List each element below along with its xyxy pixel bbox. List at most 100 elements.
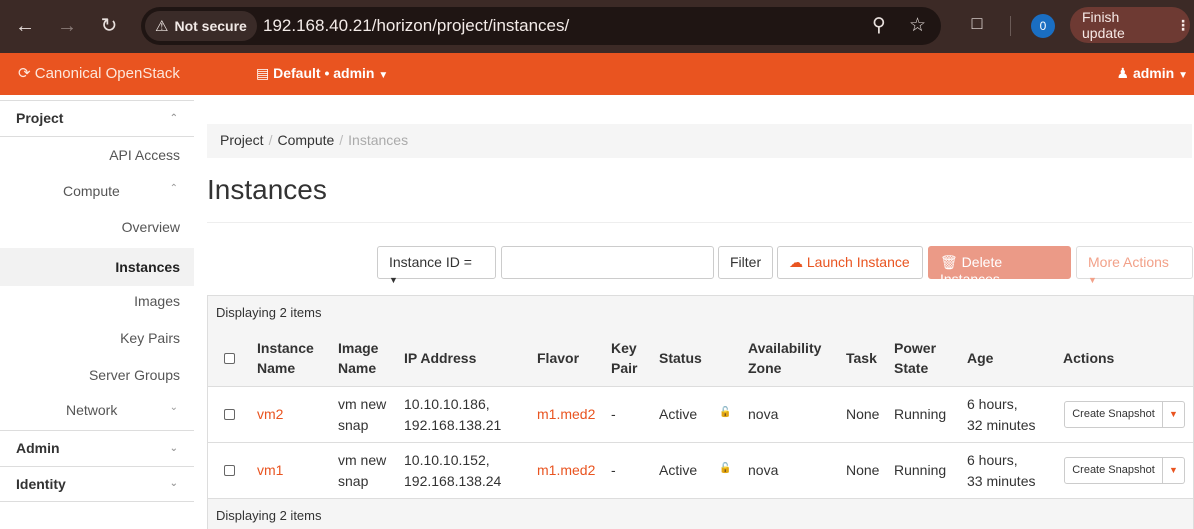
availability-zone-cell: nova <box>748 462 779 478</box>
breadcrumb-compute[interactable]: Compute <box>277 132 334 148</box>
delete-instances-button[interactable]: 🗑 Delete Instances <box>928 246 1071 287</box>
sidebar-section-admin[interactable]: Admin ⌄ <box>0 430 194 467</box>
sidebar-item-server-groups[interactable]: Server Groups <box>0 367 194 387</box>
sidebar-item-overview[interactable]: Overview <box>0 219 194 239</box>
table-row: vm1 vm new snap 10.10.10.152, 192.168.138.… <box>208 443 1193 499</box>
sidebar-section-label: Project <box>16 110 64 126</box>
flavor-link[interactable]: m1.med2 <box>537 404 595 425</box>
chevron-down-icon: ▼ <box>1169 409 1178 419</box>
col-image-name[interactable]: Image Name <box>338 338 378 378</box>
breadcrumb-project[interactable]: Project <box>220 132 264 148</box>
instances-table: Displaying 2 items Instance Name Image Nam… <box>207 295 1194 529</box>
col-task[interactable]: Task <box>846 348 877 368</box>
col-age[interactable]: Age <box>967 348 993 368</box>
security-label: Not secure <box>174 18 247 34</box>
filter-input[interactable] <box>501 246 714 279</box>
security-indicator[interactable]: ⚠ Not secure <box>145 11 257 41</box>
age-cell: 6 hours, 32 minutes <box>967 396 1036 433</box>
chevron-down-icon: ▼ <box>1178 70 1188 81</box>
brand-logo[interactable]: ⟳ Canonical OpenStack <box>18 64 180 82</box>
flavor-link[interactable]: m1.med2 <box>537 460 595 481</box>
user-menu-label: admin <box>1132 65 1175 81</box>
bookmark-star-icon[interactable]: ☆ <box>909 14 926 37</box>
table-caption-top: Displaying 2 items <box>208 296 1193 330</box>
create-snapshot-button[interactable]: Create Snapshot <box>1064 401 1163 428</box>
openstack-logo-icon: ⟳ <box>18 65 31 82</box>
title-divider <box>207 222 1192 223</box>
col-ip-address[interactable]: IP Address <box>404 348 476 368</box>
col-key-pair[interactable]: Key Pair <box>611 338 637 378</box>
row-checkbox[interactable] <box>224 409 235 420</box>
table-header: Instance Name Image Name IP Address Flavor… <box>208 330 1193 387</box>
chevron-down-icon: ▼ <box>1088 275 1097 285</box>
instance-name-link[interactable]: vm2 <box>257 404 283 425</box>
chevron-down-icon: ⌄ <box>169 402 178 413</box>
power-state-cell: Running <box>894 406 947 422</box>
filter-button[interactable]: Filter <box>718 246 773 279</box>
col-flavor[interactable]: Flavor <box>537 348 579 368</box>
kebab-menu-icon: ⋮ <box>1176 16 1190 33</box>
sidebar-item-instances[interactable]: Instances <box>0 248 194 286</box>
availability-zone-cell: nova <box>748 406 779 422</box>
sidebar-section-label: Identity <box>16 476 66 492</box>
project-switcher[interactable]: ▤ Default • admin ▼ <box>256 65 388 82</box>
back-arrow-icon[interactable]: ← <box>11 12 39 40</box>
unlock-icon: 🔓 <box>719 463 732 474</box>
project-list-icon: ▤ <box>256 65 270 81</box>
zoom-icon[interactable]: ⚲ <box>872 14 886 37</box>
task-cell: None <box>846 462 880 478</box>
launch-instance-button[interactable]: ☁ Launch Instance <box>777 246 923 279</box>
sidebar-item-label: Network <box>66 402 118 418</box>
col-instance-name[interactable]: Instance Name <box>257 338 314 378</box>
sidebar-item-compute[interactable]: Compute ⌃ <box>0 183 194 203</box>
create-snapshot-button[interactable]: Create Snapshot <box>1064 457 1163 484</box>
launch-instance-label: Launch Instance <box>806 254 910 270</box>
sidebar-section-identity[interactable]: Identity ⌄ <box>0 466 194 502</box>
unlock-icon: 🔓 <box>719 407 732 418</box>
chevron-down-icon: ▼ <box>389 275 398 285</box>
chevron-down-icon: ▼ <box>1169 465 1178 475</box>
table-row: vm2 vm new snap 10.10.10.186, 192.168.138.… <box>208 387 1193 443</box>
sidebar-item-api-access[interactable]: API Access <box>0 147 194 167</box>
instance-name-link[interactable]: vm1 <box>257 460 283 481</box>
row-checkbox[interactable] <box>224 465 235 476</box>
filter-field-select[interactable]: Instance ID = ▼ <box>377 246 496 285</box>
user-menu[interactable]: ♟ admin ▼ <box>1117 65 1188 82</box>
sidebar: Project ⌃ API Access Compute ⌃ Overview … <box>0 95 194 529</box>
chevron-down-icon: ▼ <box>378 70 389 81</box>
sidebar-section-label: Admin <box>16 440 60 456</box>
chevron-up-icon: ⌃ <box>169 113 178 124</box>
chevron-down-icon: ⌄ <box>169 478 178 489</box>
col-status[interactable]: Status <box>659 348 702 368</box>
more-actions-label: More Actions <box>1088 254 1169 270</box>
reload-icon[interactable]: ↻ <box>95 12 123 40</box>
more-actions-button[interactable]: More Actions ▼ <box>1076 246 1193 285</box>
sidebar-item-network[interactable]: Network ⌄ <box>0 402 194 422</box>
extensions-icon[interactable]: □ <box>966 13 988 35</box>
sidebar-item-key-pairs[interactable]: Key Pairs <box>0 330 194 350</box>
key-pair-cell: - <box>611 462 616 478</box>
breadcrumb-current: Instances <box>348 132 409 148</box>
chevron-up-icon: ⌃ <box>169 183 178 194</box>
brand-name: Canonical OpenStack <box>34 65 180 82</box>
row-actions-dropdown[interactable]: ▼ <box>1163 457 1185 484</box>
finish-update-button[interactable]: Finish update ⋮ <box>1070 7 1190 43</box>
row-actions-dropdown[interactable]: ▼ <box>1163 401 1185 428</box>
profile-avatar[interactable]: 0 <box>1031 14 1055 38</box>
col-power-state[interactable]: Power State <box>894 338 936 378</box>
select-all-checkbox[interactable] <box>224 353 235 364</box>
col-availability-zone[interactable]: Availability Zone <box>748 338 821 378</box>
task-cell: None <box>846 406 880 422</box>
warning-triangle-icon: ⚠ <box>155 18 169 35</box>
table-caption-bottom: Displaying 2 items <box>208 499 1193 529</box>
ip-address-cell: 10.10.10.186, 192.168.138.21 <box>404 396 502 433</box>
trash-icon: 🗑 <box>940 254 958 270</box>
sidebar-item-images[interactable]: Images <box>0 293 194 313</box>
forward-arrow-icon[interactable]: → <box>53 12 81 40</box>
sidebar-section-project[interactable]: Project ⌃ <box>0 100 194 137</box>
ip-address-cell: 10.10.10.152, 192.168.138.24 <box>404 452 502 489</box>
project-switcher-label: Default • admin <box>273 65 375 81</box>
url-text[interactable]: 192.168.40.21/horizon/project/instances/ <box>263 16 569 36</box>
address-bar[interactable]: ⚠ Not secure 192.168.40.21/horizon/proje… <box>141 7 941 45</box>
app-header: ⟳ Canonical OpenStack ▤ Default • admin … <box>0 53 1194 95</box>
